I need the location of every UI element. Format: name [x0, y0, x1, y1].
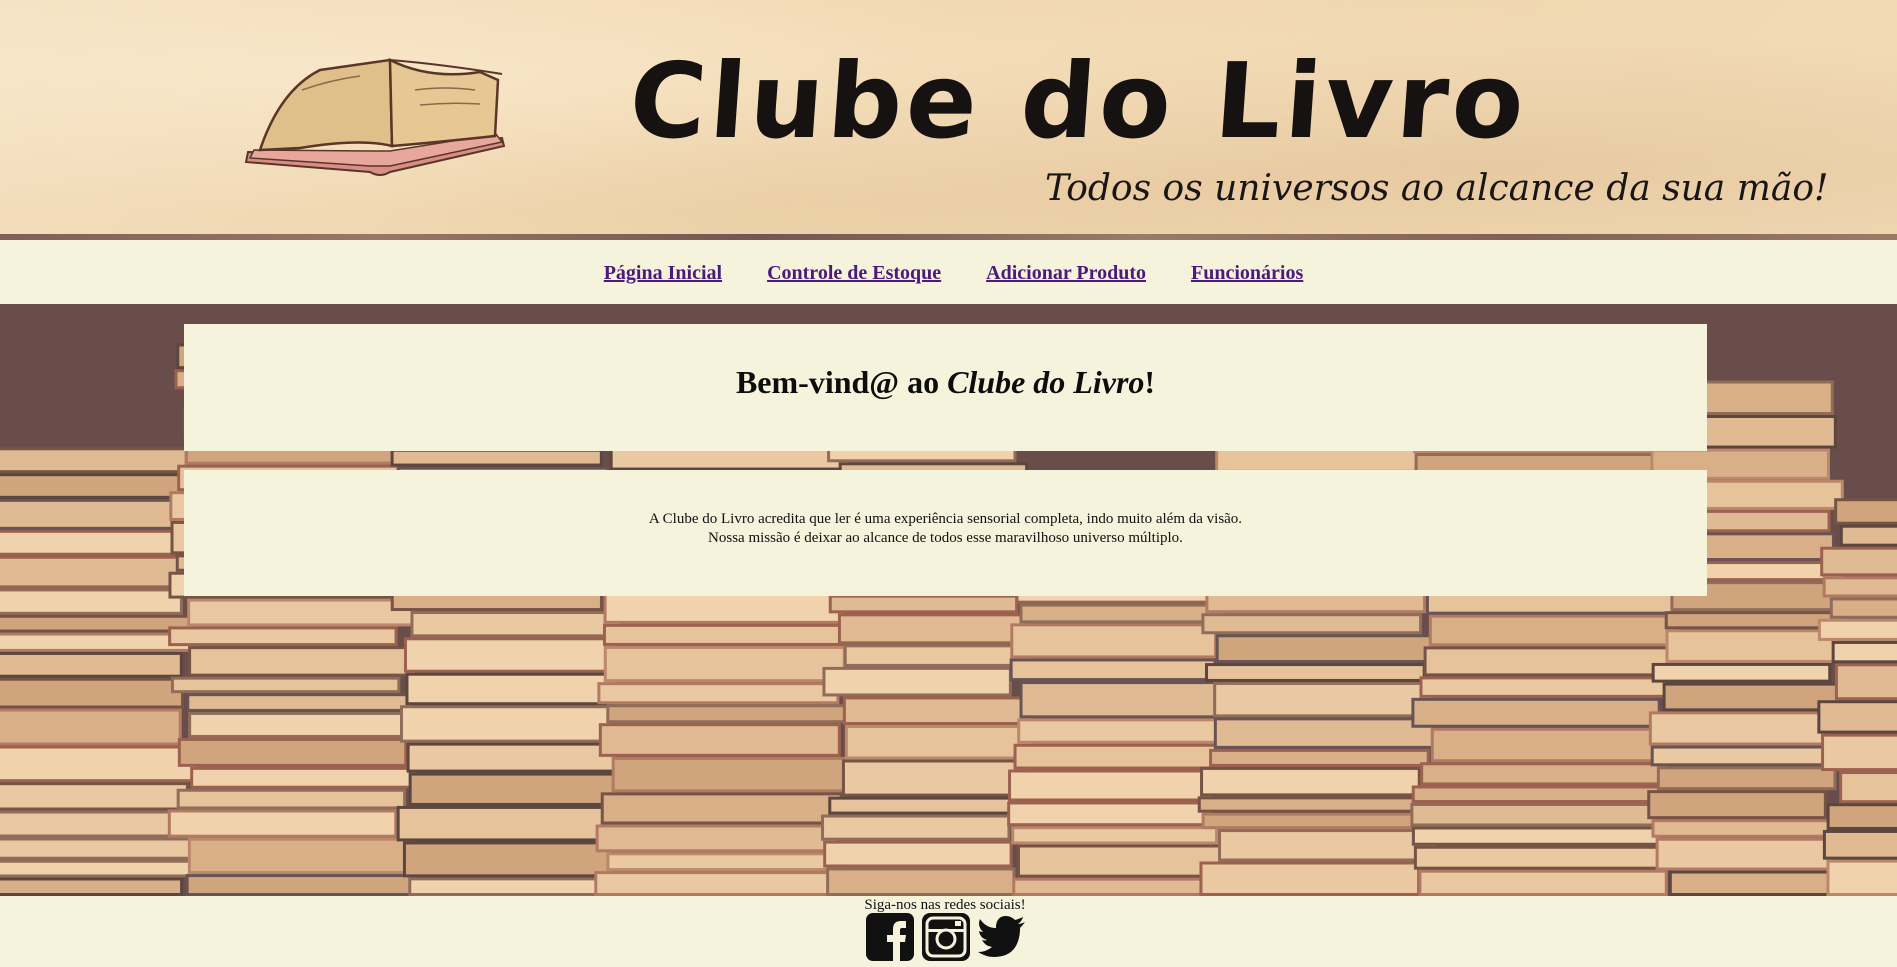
welcome-prefix: Bem-vind@ ao [735, 364, 948, 400]
site-footer: Siga-nos nas redes sociais! [0, 896, 1897, 967]
banner-tagline: Todos os universos ao alcance da sua mão… [1045, 168, 1829, 209]
banner-edge [0, 234, 1897, 240]
welcome-heading: Bem-vind@ ao Clube do Livro! [184, 364, 1707, 401]
twitter-icon[interactable] [977, 912, 1027, 962]
about-section: A Clube do Livro acredita que ler é uma … [184, 470, 1707, 596]
nav-link-home[interactable]: Página Inicial [604, 262, 722, 285]
about-line-1: A Clube do Livro acredita que ler é uma … [648, 511, 1243, 527]
open-book-icon [244, 57, 506, 176]
welcome-section: Bem-vind@ ao Clube do Livro! [184, 324, 1707, 451]
nav-link-add-product[interactable]: Adicionar Produto [986, 262, 1146, 285]
main-nav: Página Inicial Controle de Estoque Adici… [0, 242, 1897, 304]
welcome-brand: Clube do Livro [947, 364, 1145, 400]
about-line-2: Nossa missão é deixar ao alcance de todo… [708, 530, 1183, 546]
nav-link-stock-control[interactable]: Controle de Estoque [767, 262, 941, 285]
site-banner: Clube do Livro Todos os universos ao alc… [0, 0, 1897, 240]
welcome-suffix: ! [1144, 364, 1156, 400]
instagram-icon[interactable] [921, 912, 971, 962]
social-links [865, 912, 1027, 962]
nav-link-employees[interactable]: Funcionários [1191, 262, 1303, 285]
facebook-icon[interactable] [865, 912, 915, 962]
banner-title: Clube do Livro [625, 40, 1533, 162]
